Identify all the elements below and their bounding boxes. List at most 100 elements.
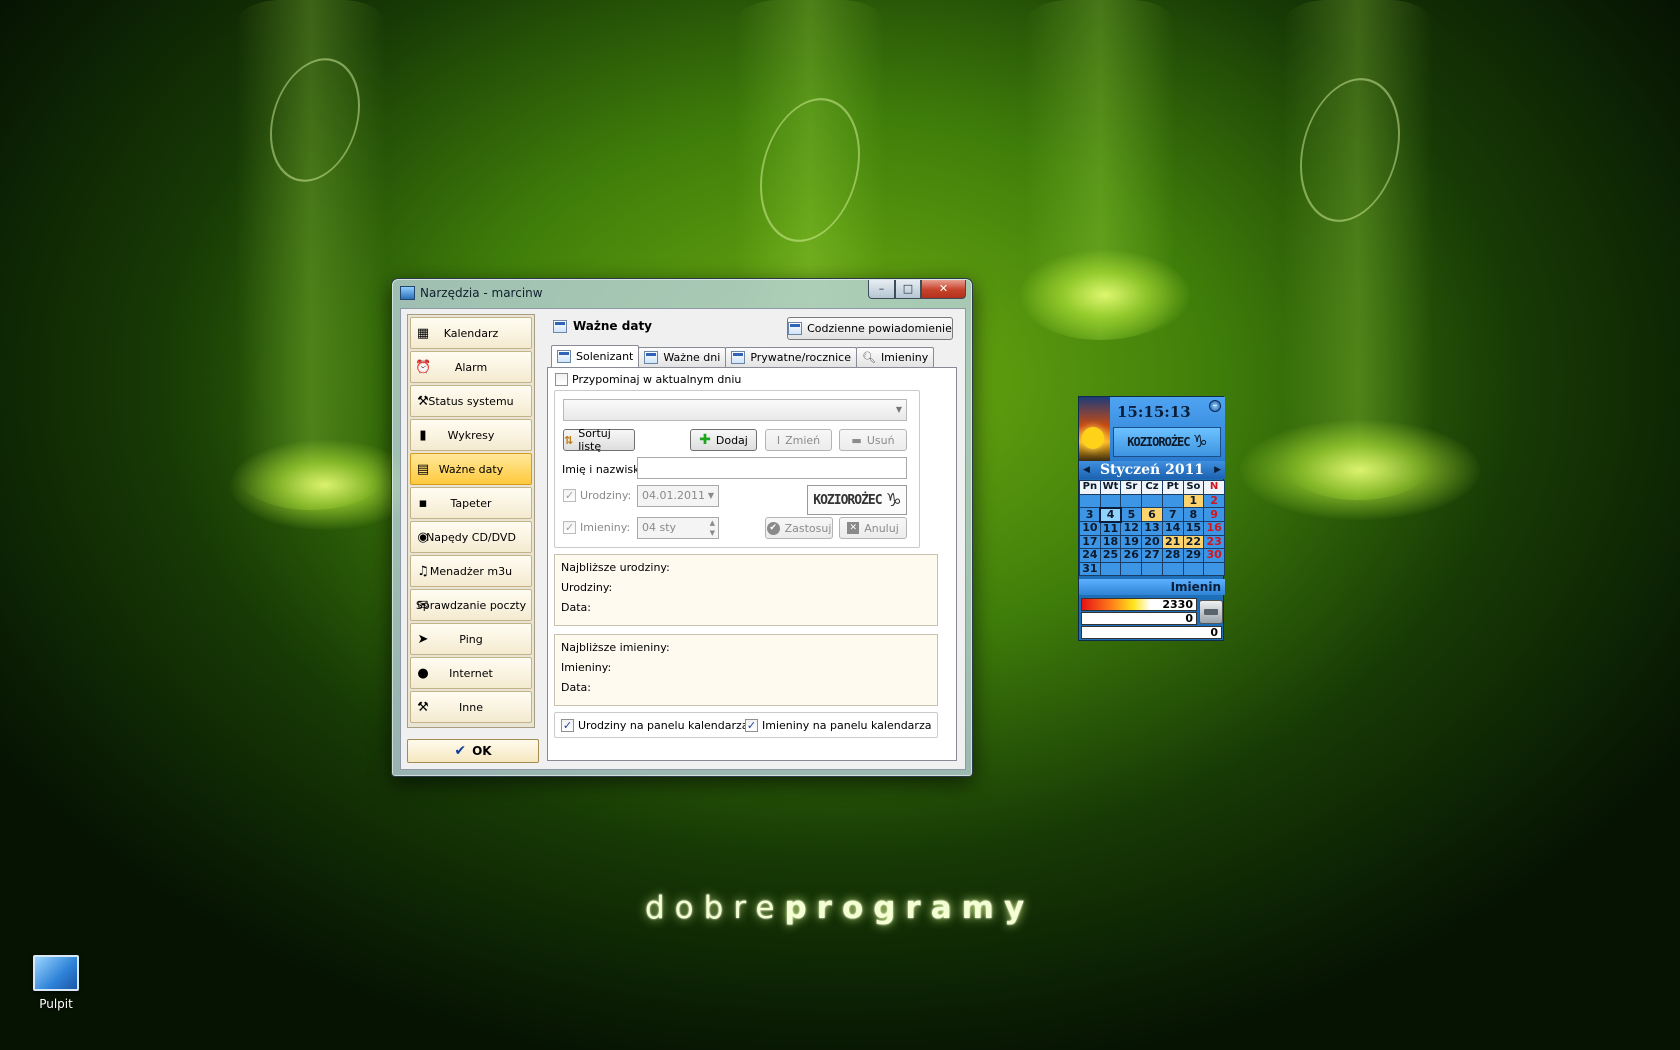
sidebar-item[interactable]: ● Internet <box>410 657 532 689</box>
sidebar-item[interactable]: ▦ Kalendarz <box>410 317 532 349</box>
calendar-empty-cell <box>1141 561 1163 576</box>
calendar-day[interactable]: 14 <box>1161 521 1184 536</box>
calendar-day[interactable]: 29 <box>1182 548 1205 563</box>
calendar-day[interactable]: 15 <box>1182 521 1205 536</box>
remind-row[interactable]: Przypominaj w aktualnym dniu <box>555 373 741 386</box>
calendar-day[interactable]: 5 <box>1120 507 1143 522</box>
delete-label: Usuń <box>866 433 895 447</box>
close-button[interactable]: ✕ <box>921 280 966 299</box>
wallpaper-glow <box>1240 420 1480 520</box>
sidebar-item[interactable]: ✉ Sprawdzanie poczty <box>410 589 532 621</box>
sidebar-item-label: Ping <box>459 632 483 646</box>
gadget-calendar-grid: Pn Wt Śr Cz Pt So N 1 2 3 4 5 6 7 8 9 10 11 12 13 14 15 16 17 18… <box>1079 480 1225 576</box>
zodiac-badge: KOZIOROŻEC ♑ <box>807 485 907 515</box>
calendar-day[interactable]: 20 <box>1141 534 1163 549</box>
desktop-icon-pulpit[interactable]: Pulpit <box>26 955 86 1011</box>
sidebar-item[interactable]: ⚒ Status systemu <box>410 385 532 417</box>
tab[interactable]: Prywatne/rocznice <box>725 347 857 367</box>
calendar-day[interactable]: 26 <box>1120 548 1143 563</box>
calendar-day[interactable]: 7 <box>1161 507 1184 522</box>
add-button[interactable]: ✚ Dodaj <box>690 429 757 451</box>
minimize-button[interactable]: – <box>868 280 895 299</box>
sidebar-item[interactable]: ➤ Ping <box>410 623 532 655</box>
calendar-day[interactable]: 21 <box>1161 534 1184 549</box>
next-month-icon[interactable]: ▶ <box>1214 465 1221 475</box>
prev-month-icon[interactable]: ◀ <box>1083 465 1090 475</box>
brand-light: dobre <box>645 890 785 926</box>
calendar-day[interactable]: 3 <box>1079 507 1101 522</box>
sidebar-item[interactable]: ▪ Tapeter <box>410 487 532 519</box>
gadget-zodiac: KOZIOROŻEC ♑ <box>1113 427 1221 457</box>
sidebar-item[interactable]: ◉ Napędy CD/DVD <box>410 521 532 553</box>
tab[interactable]: Solenizant <box>551 345 640 367</box>
calendar-day[interactable]: 18 <box>1099 534 1122 549</box>
namedays-on-panel-row[interactable]: ✓ Imieniny na panelu kalendarza <box>745 719 931 732</box>
tab[interactable]: Ważne dni <box>638 347 727 367</box>
sidebar-item[interactable]: ⏰ Alarm <box>410 351 532 383</box>
calendar-day[interactable]: 22 <box>1182 534 1205 549</box>
sidebar-item[interactable]: ▮ Wykresy <box>410 419 532 451</box>
nameday-row[interactable]: ✓ Imieniny: <box>563 521 630 534</box>
calendar-day[interactable]: 1 <box>1182 493 1205 508</box>
person-combo[interactable]: ▼ <box>563 399 907 421</box>
calendar-empty-cell <box>1099 561 1122 576</box>
tab[interactable]: 🔍︎ Imieniny <box>855 347 935 367</box>
birthdays-on-panel-row[interactable]: ✓ Urodziny na panelu kalendarza <box>561 719 749 732</box>
sidebar-item[interactable]: ⚒ Inne <box>410 691 532 723</box>
birthday-checkbox[interactable]: ✓ <box>563 489 576 502</box>
ok-button[interactable]: ✔ OK <box>407 739 539 763</box>
calendar-icon <box>553 319 567 333</box>
calendar-day[interactable]: 24 <box>1079 548 1101 563</box>
birthday-row[interactable]: ✓ Urodziny: <box>563 489 631 502</box>
calendar-day[interactable]: 2 <box>1203 493 1225 508</box>
calendar-week-row: 3456789 <box>1079 506 1225 523</box>
sort-list-button[interactable]: ⇅ Sortuj listę <box>563 427 635 453</box>
calendar-day[interactable]: 28 <box>1161 548 1184 563</box>
calendar-day[interactable]: 31 <box>1079 561 1101 576</box>
gadget-minimize-icon[interactable]: – <box>1209 400 1221 412</box>
daily-notification-button[interactable]: Codzienne powiadomienie <box>787 317 953 340</box>
calendar-day[interactable]: 12 <box>1120 521 1143 536</box>
gadget-counter-3: 0 <box>1081 626 1222 639</box>
sidebar-item-label: Kalendarz <box>443 326 499 340</box>
remind-checkbox[interactable] <box>555 373 568 386</box>
birthday-date-picker[interactable]: 04.01.2011 ▼ <box>637 485 719 507</box>
calendar-day[interactable]: 16 <box>1203 521 1225 536</box>
calendar-day[interactable]: 23 <box>1203 534 1225 549</box>
calendar-day[interactable]: 6 <box>1141 507 1163 522</box>
drive-icon[interactable] <box>1199 600 1223 624</box>
disc-icon: ◉ <box>417 530 429 545</box>
calendar-day[interactable]: 25 <box>1099 548 1122 563</box>
apply-button[interactable]: ✔ Zastosuj <box>765 517 833 539</box>
birthday-value: 04.01.2011 <box>642 489 705 502</box>
window-titlebar[interactable]: Narzędzia - marcinw – □ ✕ <box>392 279 972 307</box>
sidebar-item-label: Sprawdzanie poczty <box>415 598 527 612</box>
nameday-stepper[interactable]: 04 sty ▲ ▼ <box>637 517 719 539</box>
person-groupbox: ▼ ⇅ Sortuj listę ✚ Dodaj I Zmień ▬ Usuń Imię… <box>554 390 920 548</box>
calendar-day[interactable]: 13 <box>1141 521 1163 536</box>
gadget-counter-2: 0 <box>1081 612 1197 625</box>
calendar-day[interactable]: 17 <box>1079 534 1101 549</box>
sunrise-icon <box>1079 397 1110 461</box>
calendar-week-row: 12 <box>1079 493 1225 508</box>
calendar-day[interactable]: 27 <box>1141 548 1163 563</box>
calendar-day[interactable]: 4 <box>1099 506 1122 523</box>
calendar-day[interactable]: 19 <box>1120 534 1143 549</box>
calendar-day[interactable]: 30 <box>1203 548 1225 563</box>
weekday-label: Pn <box>1079 480 1101 495</box>
name-input[interactable] <box>637 457 907 479</box>
calendar-day[interactable]: 10 <box>1079 521 1101 536</box>
sidebar-item[interactable]: ▤ Ważne daty <box>410 453 532 485</box>
calendar-day[interactable]: 11 <box>1099 521 1122 536</box>
change-button[interactable]: I Zmień <box>765 429 832 451</box>
cancel-button[interactable]: ✕ Anuluj <box>839 517 907 539</box>
birthdays-on-panel-checkbox[interactable]: ✓ <box>561 719 574 732</box>
namedays-on-panel-checkbox[interactable]: ✓ <box>745 719 758 732</box>
calendar-day[interactable]: 8 <box>1182 507 1205 522</box>
maximize-button[interactable]: □ <box>895 280 921 299</box>
namedays-on-panel-label: Imieniny na panelu kalendarza <box>762 719 932 732</box>
delete-button[interactable]: ▬ Usuń <box>839 429 907 451</box>
nameday-checkbox[interactable]: ✓ <box>563 521 576 534</box>
calendar-day[interactable]: 9 <box>1203 507 1225 522</box>
sidebar-item[interactable]: ♫ Menadżer m3u <box>410 555 532 587</box>
